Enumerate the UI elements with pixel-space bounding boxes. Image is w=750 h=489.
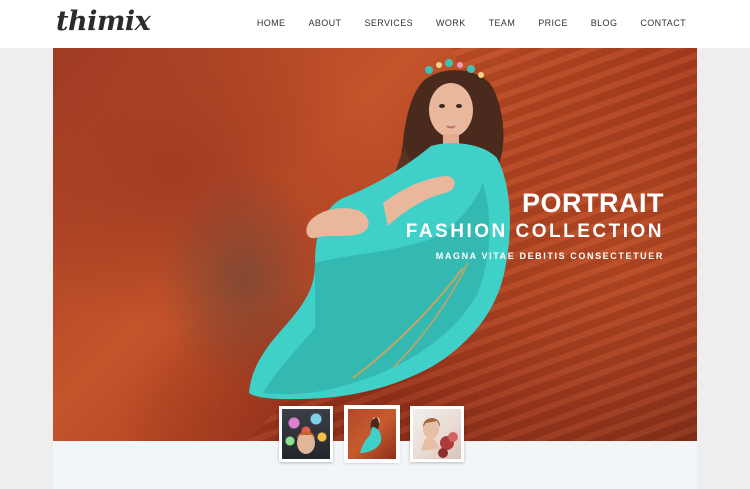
site-header: thimix HOME ABOUT SERVICES WORK TEAM PRI…: [0, 0, 750, 48]
thumbnail-image: [348, 409, 396, 459]
site-logo[interactable]: thimix: [56, 6, 151, 37]
hero-title: PORTRAIT: [522, 188, 664, 218]
slider-thumbnail-fairy-lights[interactable]: [279, 406, 333, 462]
nav-about[interactable]: ABOUT: [308, 18, 341, 28]
hero-tagline: MAGNA VITAE DEBITIS CONSECTETUER: [435, 251, 664, 261]
nav-price[interactable]: PRICE: [538, 18, 568, 28]
girl-teal-dress-icon: [360, 417, 382, 453]
nav-work[interactable]: WORK: [436, 18, 466, 28]
hero-caption: PORTRAIT FASHION COLLECTION MAGNA VITAE …: [406, 188, 664, 261]
nav-contact[interactable]: CONTACT: [640, 18, 686, 28]
nav-services[interactable]: SERVICES: [364, 18, 413, 28]
thumbnail-image: [413, 409, 461, 459]
slider-thumbnail-red-rocks[interactable]: [344, 405, 400, 463]
nav-blog[interactable]: BLOG: [591, 18, 618, 28]
nav-team[interactable]: TEAM: [489, 18, 516, 28]
main-nav: HOME ABOUT SERVICES WORK TEAM PRICE BLOG…: [234, 18, 686, 28]
slider-thumbnail-flowers[interactable]: [410, 406, 464, 462]
child-portrait-icon: [297, 431, 315, 454]
nav-home[interactable]: HOME: [257, 18, 286, 28]
girl-with-flowers-icon: [421, 418, 458, 458]
hero-subtitle: FASHION COLLECTION: [405, 221, 664, 242]
hero-slide: PORTRAIT FASHION COLLECTION MAGNA VITAE …: [53, 48, 697, 441]
thumbnail-image: [282, 409, 330, 459]
